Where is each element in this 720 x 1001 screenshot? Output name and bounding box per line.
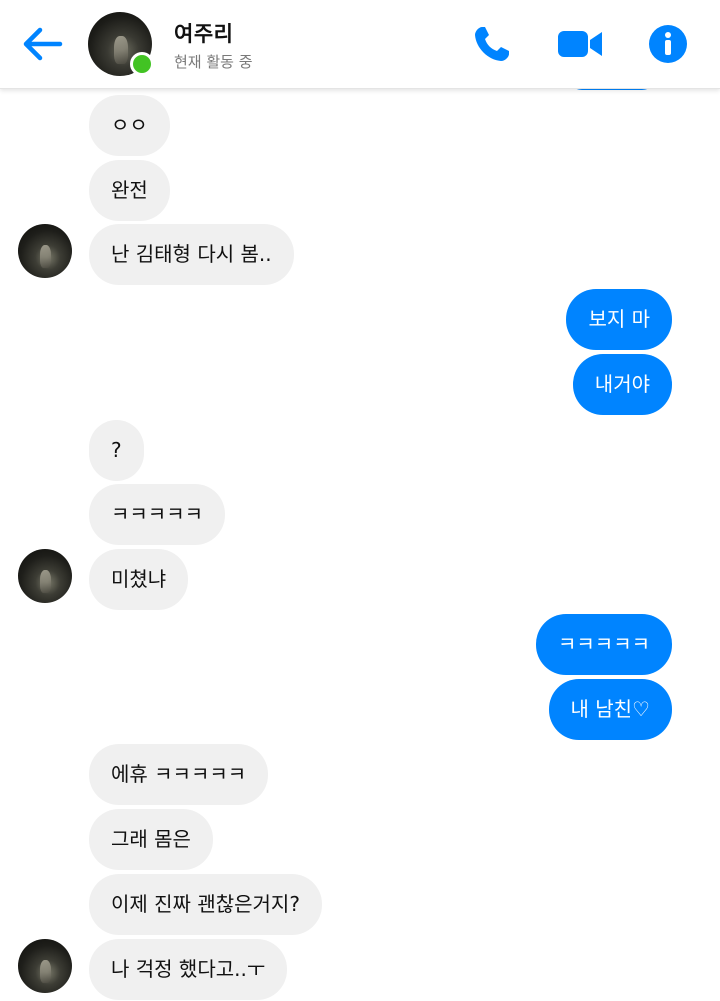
- video-call-button[interactable]: [556, 22, 604, 66]
- message-list[interactable]: ㅇㅇ 완전 난 김태형 다시 봄.. 보지 마 내거야 ? ㅋㅋㅋㅋㅋ 미쳤냐 …: [0, 88, 720, 1001]
- chat-header: 여주리 현재 활동 중: [0, 0, 720, 89]
- info-button[interactable]: [646, 22, 690, 66]
- contact-avatar-small[interactable]: [18, 224, 72, 278]
- incoming-message[interactable]: 에휴 ㅋㅋㅋㅋㅋ: [89, 744, 269, 805]
- active-status: 현재 활동 중: [174, 53, 253, 71]
- incoming-message[interactable]: ㅇㅇ: [89, 95, 170, 156]
- incoming-message[interactable]: 나 걱정 했다고..ㅜ: [89, 939, 288, 1000]
- contact-name[interactable]: 여주리: [174, 18, 233, 48]
- arrow-left-icon: [23, 27, 63, 61]
- video-camera-icon: [558, 31, 602, 57]
- contact-avatar[interactable]: [88, 12, 154, 76]
- incoming-message[interactable]: 완전: [89, 160, 170, 221]
- contact-avatar-small[interactable]: [18, 549, 72, 603]
- incoming-message[interactable]: 그래 몸은: [89, 809, 213, 870]
- incoming-message[interactable]: 난 김태형 다시 봄..: [89, 224, 294, 285]
- incoming-message[interactable]: ?: [89, 420, 144, 481]
- contact-avatar-small[interactable]: [18, 939, 72, 993]
- outgoing-message[interactable]: 보지 마: [566, 289, 672, 350]
- info-icon: [649, 25, 687, 63]
- phone-icon: [475, 27, 509, 61]
- call-button[interactable]: [470, 22, 514, 66]
- incoming-message[interactable]: 미쳤냐: [89, 549, 189, 610]
- incoming-message[interactable]: 이제 진짜 괜찮은거지?: [89, 874, 322, 935]
- outgoing-message[interactable]: ㅋㅋㅋㅋㅋ: [536, 614, 672, 675]
- outgoing-message[interactable]: 내 남친♡: [548, 679, 672, 740]
- incoming-message[interactable]: ㅋㅋㅋㅋㅋ: [89, 484, 225, 545]
- outgoing-message[interactable]: 내거야: [572, 354, 672, 415]
- back-button[interactable]: [18, 22, 66, 66]
- chat-screen: 여주리 현재 활동 중 ㅇㅇ 완전 난 김태형 다시 봄.. 보지 마 내거야 …: [0, 0, 720, 1001]
- online-status-dot: [130, 52, 154, 76]
